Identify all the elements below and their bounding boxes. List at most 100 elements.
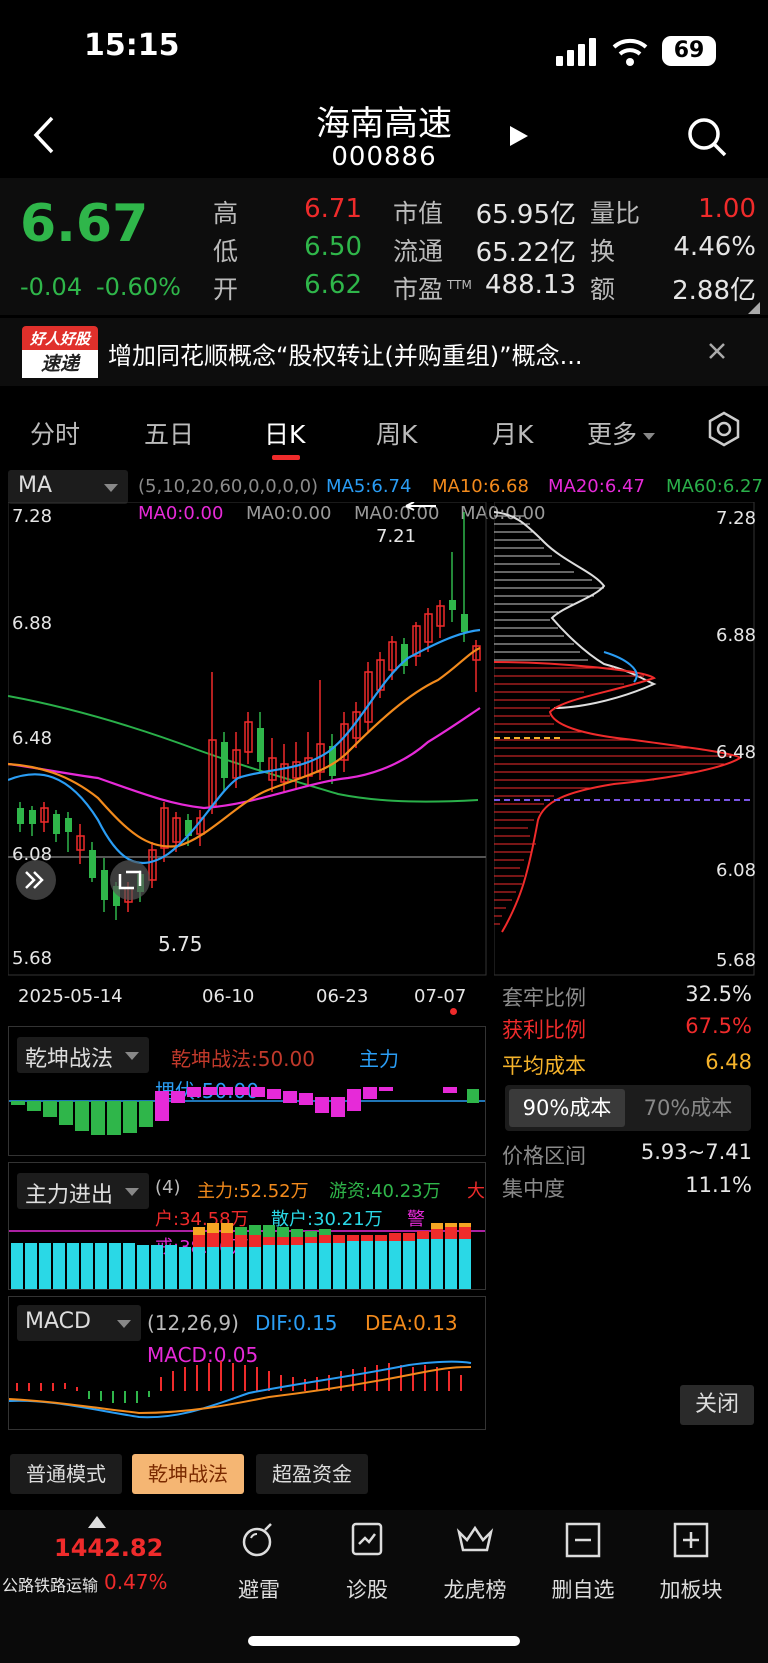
- amount-value: 2.88亿: [672, 276, 756, 306]
- kline-y-label-4: 6.08: [12, 844, 53, 865]
- quote-panel: 6.67 -0.04 -0.60% 高 低 开 6.71 6.50 6.62 市…: [0, 178, 768, 315]
- macd-params: (12,26,9): [147, 1311, 239, 1335]
- kline-y-label-3: 6.48: [12, 728, 53, 749]
- chip-distribution-chart: [494, 502, 755, 976]
- expand-left-icon: [16, 860, 56, 900]
- mode-normal-button[interactable]: 普通模式: [10, 1454, 122, 1494]
- chip-y-label-3: 6.48: [716, 742, 757, 763]
- tab-zhouk[interactable]: 周K: [376, 415, 417, 451]
- price-change-pct: -0.60%: [96, 273, 181, 301]
- vol-ratio-label: 量比: [590, 199, 641, 228]
- chip-y-label-1: 7.28: [716, 508, 757, 529]
- zljc-select[interactable]: 主力进出: [17, 1173, 149, 1209]
- qkzf-main: 主力: [359, 1047, 399, 1071]
- stock-code: 000886: [331, 142, 437, 172]
- fullscreen-icon: [110, 860, 150, 900]
- pe-value: 488.13: [485, 270, 576, 300]
- kline-chart[interactable]: [8, 502, 488, 977]
- ma-indicator-select[interactable]: MA: [8, 470, 128, 504]
- high-value: 6.71: [304, 194, 362, 224]
- kline-high-marker: 7.21: [376, 526, 417, 547]
- ma20-value: MA20:6.47: [548, 476, 645, 497]
- plus-box-icon: [673, 1522, 709, 1558]
- qkzf-value: 乾坤战法:50.00: [171, 1047, 315, 1071]
- last-price: 6.67: [20, 194, 149, 254]
- bottom-item-add-sector[interactable]: 加板块: [646, 1520, 736, 1604]
- status-bar: 15:15 69: [0, 0, 768, 95]
- date-label-1: 2025-05-14: [18, 986, 123, 1007]
- mktcap-label: 市值: [393, 199, 444, 228]
- tab-90-cost[interactable]: 90%成本: [509, 1089, 625, 1127]
- ma-params: (5,10,20,60,0,0,0,0): [138, 476, 319, 497]
- kline-y-label-1: 7.28: [12, 506, 53, 527]
- active-tab-indicator: [272, 455, 300, 460]
- qkzf-select[interactable]: 乾坤战法: [17, 1037, 149, 1073]
- stock-name: 海南高速: [316, 104, 452, 144]
- macd-chart: [9, 1360, 472, 1419]
- tab-more[interactable]: 更多: [587, 415, 656, 451]
- ma60-value: MA60:6.27: [666, 476, 763, 497]
- index-pct: 0.47%: [104, 1570, 168, 1594]
- chip-y-label-5: 5.68: [716, 950, 757, 971]
- home-indicator[interactable]: [248, 1636, 520, 1646]
- tab-fenshi[interactable]: 分时: [30, 415, 80, 451]
- chip-cost-tabs: 90%成本 70%成本: [505, 1085, 751, 1131]
- caret-up-icon: [88, 1516, 106, 1528]
- bomb-icon: [242, 1523, 272, 1557]
- tab-rik[interactable]: 日K: [264, 415, 305, 451]
- bottom-item-zhengu[interactable]: 诊股: [322, 1520, 412, 1604]
- turnover-value: 4.46%: [673, 232, 756, 262]
- qkzf-chart: [9, 1087, 485, 1135]
- signal-icon: [556, 38, 596, 66]
- index-value[interactable]: 1442.82: [54, 1534, 163, 1562]
- index-name[interactable]: 公路铁路运输: [2, 1572, 98, 1596]
- bottom-item-bilei[interactable]: 避雷: [214, 1520, 304, 1604]
- amount-label: 额: [590, 275, 616, 304]
- mode-qkzf-button[interactable]: 乾坤战法: [132, 1454, 244, 1494]
- chip-close-button[interactable]: 关闭: [680, 1385, 754, 1425]
- wifi-icon: [612, 38, 648, 66]
- macd-panel: MACD (12,26,9) DIF:0.15 DEA:0.13 MACD:0.…: [8, 1296, 486, 1430]
- ma10-value: MA10:6.68: [432, 476, 529, 497]
- next-stock-icon[interactable]: [508, 124, 530, 148]
- low-value: 6.50: [304, 232, 362, 262]
- mode-chaoying-button[interactable]: 超盈资金: [256, 1454, 368, 1494]
- tab-70-cost[interactable]: 70%成本: [629, 1089, 747, 1127]
- bottom-item-remove-watchlist[interactable]: 删自选: [538, 1520, 628, 1604]
- bottom-item-longhubang[interactable]: 龙虎榜: [430, 1520, 520, 1604]
- crown-icon: [456, 1525, 494, 1552]
- macd-dif: DIF:0.15: [255, 1311, 338, 1335]
- zljc-panel: 主力进出 (4) 主力:52.52万 游资:40.23万 大 户:34.58万 …: [8, 1162, 486, 1290]
- date-label-4: 07-07: [414, 986, 467, 1007]
- expand-corner-icon[interactable]: [748, 302, 760, 314]
- close-icon[interactable]: [708, 342, 726, 360]
- open-value: 6.62: [304, 270, 362, 300]
- zljc-period: (4): [155, 1177, 181, 1198]
- macd-select[interactable]: MACD: [17, 1305, 141, 1341]
- high-label: 高: [213, 199, 239, 228]
- news-banner[interactable]: 好人好股 速递 增加同花顺概念“股权转让(并购重组)”概念...: [0, 318, 768, 386]
- tab-wuri[interactable]: 五日: [144, 415, 194, 451]
- ma5-value: MA5:6.74: [326, 476, 412, 497]
- low-label: 低: [213, 237, 239, 266]
- news-text[interactable]: 增加同花顺概念“股权转让(并购重组)”概念...: [108, 336, 582, 371]
- zljc-hot-money: 游资:40.23万: [329, 1181, 441, 1202]
- macd-dea: DEA:0.13: [365, 1311, 458, 1335]
- battery-indicator: 69: [662, 36, 716, 66]
- zljc-big-a: 大: [467, 1181, 485, 1202]
- settings-icon[interactable]: [706, 411, 742, 447]
- zljc-chart: [9, 1223, 485, 1289]
- float-label: 流通: [393, 237, 444, 266]
- kline-y-label-2: 6.88: [12, 613, 53, 634]
- tab-yuek[interactable]: 月K: [492, 415, 533, 451]
- search-icon[interactable]: [686, 116, 728, 158]
- status-time: 15:15: [84, 28, 180, 63]
- pe-label: 市盈 TTM: [393, 275, 472, 304]
- chip-y-label-2: 6.88: [716, 625, 757, 646]
- price-change: -0.04: [20, 273, 83, 301]
- kline-y-label-5: 5.68: [12, 948, 53, 969]
- turnover-label: 换: [590, 237, 616, 266]
- zljc-main: 主力:52.52万: [197, 1181, 309, 1202]
- date-label-3: 06-23: [316, 986, 369, 1007]
- date-label-2: 06-10: [202, 986, 255, 1007]
